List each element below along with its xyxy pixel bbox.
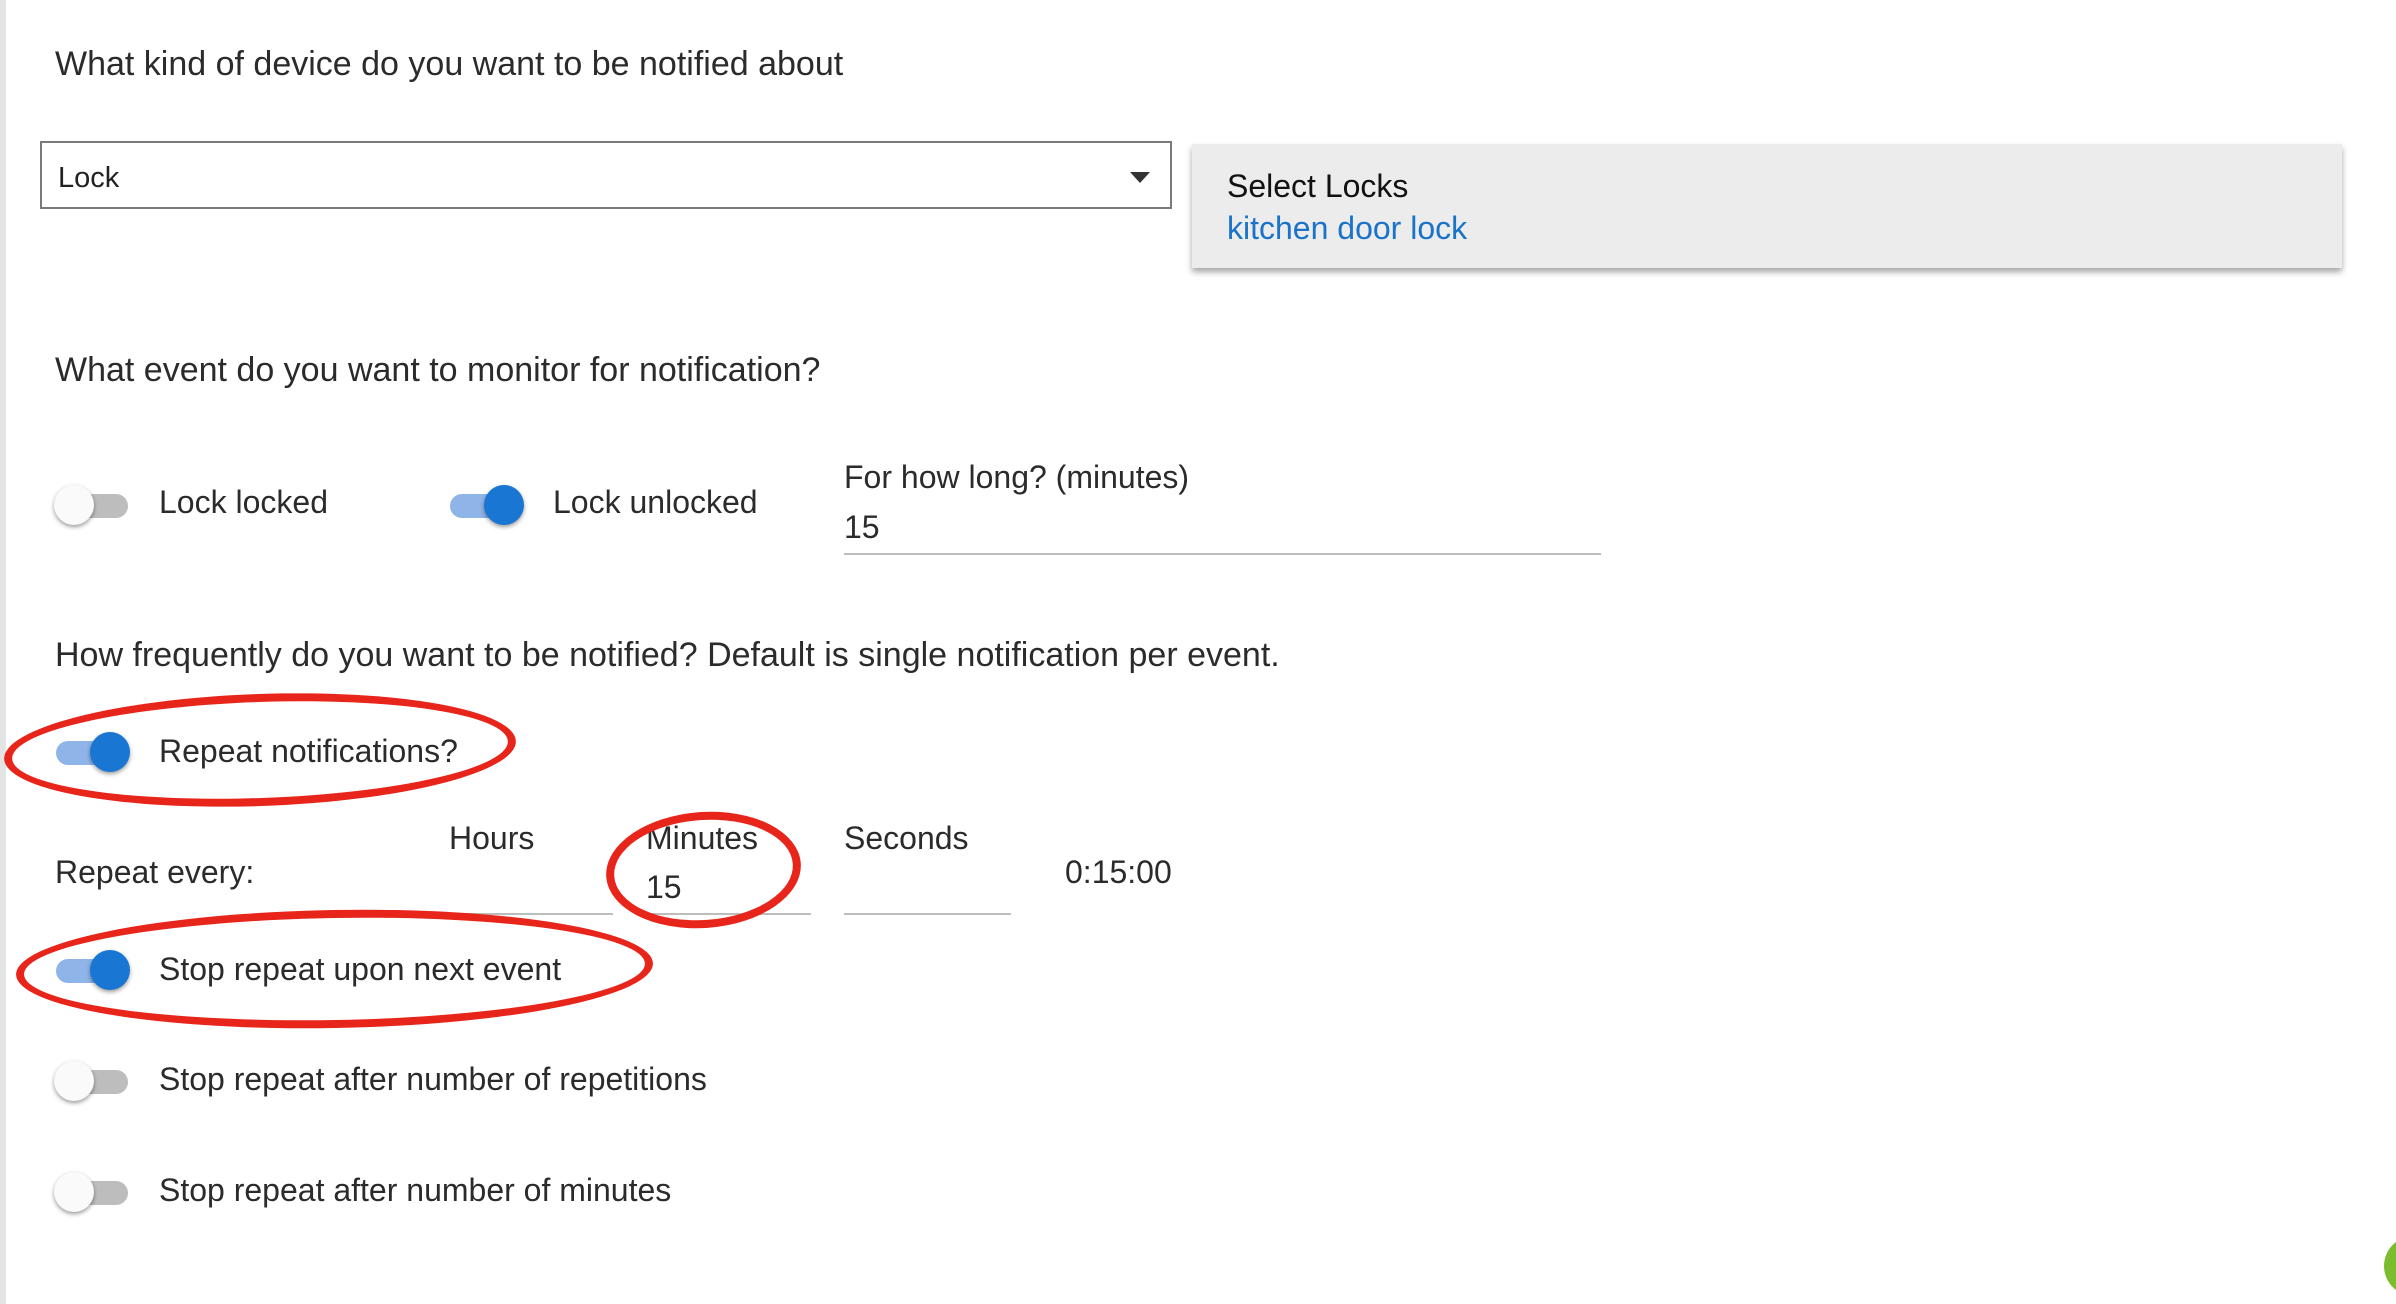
lock-locked-toggle[interactable] bbox=[54, 483, 130, 527]
seconds-label: Seconds bbox=[844, 820, 969, 856]
toggle-knob bbox=[54, 1172, 94, 1212]
green-indicator bbox=[2384, 1236, 2396, 1296]
repeat-notifications-label: Repeat notifications? bbox=[159, 733, 458, 769]
stop-next-event-toggle[interactable] bbox=[56, 948, 130, 992]
repeat-every-label: Repeat every: bbox=[55, 854, 255, 890]
duration-underline bbox=[844, 553, 1601, 555]
toggle-knob bbox=[484, 485, 524, 525]
toggle-knob bbox=[54, 485, 94, 525]
hours-label: Hours bbox=[449, 820, 535, 856]
device-question: What kind of device do you want to be no… bbox=[55, 45, 844, 83]
caret-down-icon[interactable] bbox=[1130, 172, 1150, 183]
toggle-knob bbox=[90, 732, 130, 772]
event-question: What event do you want to monitor for no… bbox=[55, 351, 821, 389]
stop-next-event-label: Stop repeat upon next event bbox=[159, 951, 562, 987]
toggle-knob bbox=[54, 1061, 94, 1101]
seconds-input-underline[interactable] bbox=[844, 913, 1011, 915]
left-border bbox=[0, 0, 6, 1304]
stop-after-minutes-label: Stop repeat after number of minutes bbox=[159, 1172, 672, 1208]
lock-unlocked-toggle[interactable] bbox=[450, 483, 524, 527]
device-type-value: Lock bbox=[58, 162, 120, 194]
repeat-notifications-toggle[interactable] bbox=[56, 730, 130, 774]
stop-after-repetitions-toggle[interactable] bbox=[54, 1059, 130, 1103]
selected-lock-link[interactable]: kitchen door lock bbox=[1227, 212, 1467, 244]
select-locks-card[interactable]: Select Locks kitchen door lock bbox=[1192, 144, 2342, 268]
minutes-label: Minutes bbox=[646, 820, 759, 856]
stop-after-minutes-toggle[interactable] bbox=[54, 1170, 130, 1214]
repeat-total: 0:15:00 bbox=[1065, 854, 1172, 890]
duration-input[interactable]: 15 bbox=[844, 511, 880, 543]
minutes-input-underline bbox=[646, 913, 811, 915]
lock-unlocked-label: Lock unlocked bbox=[553, 484, 758, 520]
minutes-input[interactable]: 15 bbox=[646, 871, 682, 903]
frequency-question: How frequently do you want to be notifie… bbox=[55, 636, 1280, 674]
hours-input-underline[interactable] bbox=[415, 913, 613, 915]
select-locks-title: Select Locks bbox=[1227, 168, 1409, 204]
duration-label: For how long? (minutes) bbox=[844, 459, 1190, 495]
lock-locked-label: Lock locked bbox=[159, 484, 328, 520]
stop-after-repetitions-label: Stop repeat after number of repetitions bbox=[159, 1061, 707, 1097]
toggle-knob bbox=[90, 950, 130, 990]
device-type-select[interactable]: Lock bbox=[40, 141, 1172, 209]
